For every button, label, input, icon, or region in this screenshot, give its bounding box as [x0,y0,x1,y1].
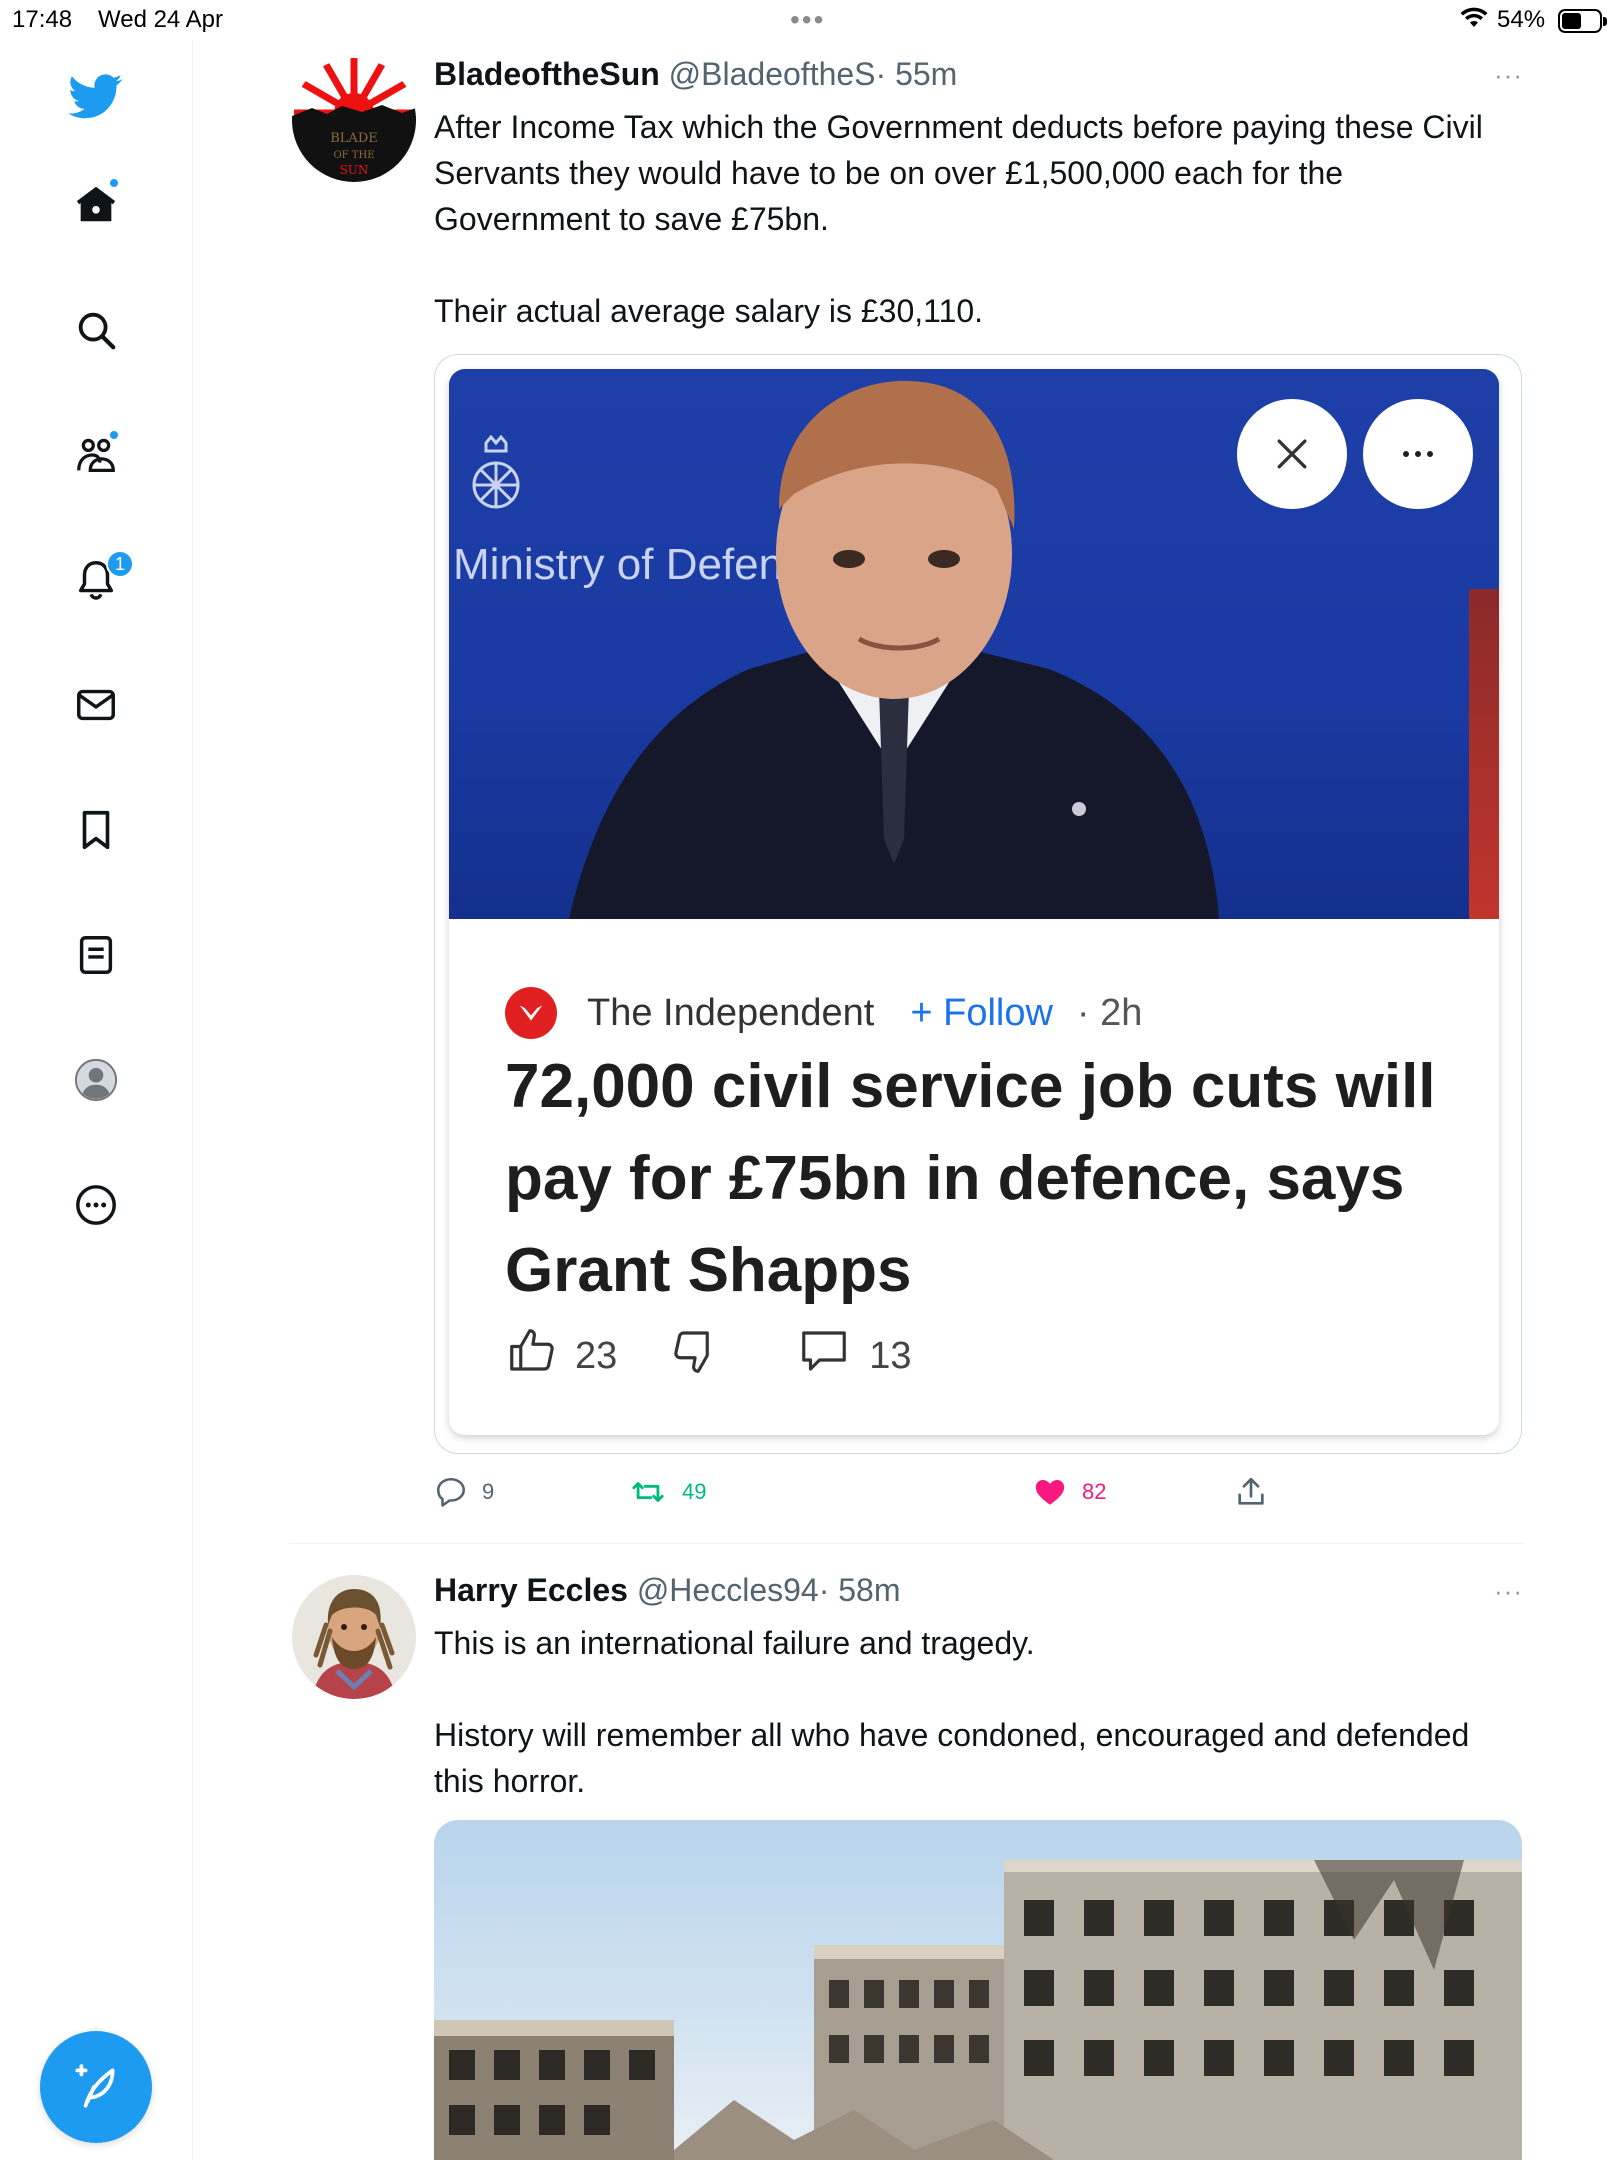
thumbs-up-icon [510,1329,554,1371]
battery-percent: 54% [1497,6,1546,33]
news-photo[interactable]: Ministry of Defence [449,369,1499,919]
thumbs-down-icon [674,1331,710,1373]
news-card[interactable]: Ministry of Defence The Independent + Fo… [449,369,1499,1435]
card-more-options-button[interactable] [1363,399,1473,509]
battery-level [1562,13,1582,29]
svg-text:SUN: SUN [340,163,369,177]
author-name[interactable]: BladeoftheSun [434,56,660,92]
share-button[interactable] [1234,1475,1268,1509]
independent-eagle-icon [505,987,557,1039]
tweet-text-paragraph: This is an international failure and tra… [434,1625,1035,1661]
tweet-divider [289,1543,1524,1544]
status-time: 17:48 [12,6,73,33]
tweet-text: This is an international failure and tra… [434,1620,1514,1804]
communities-icon[interactable] [66,425,126,485]
like-count: 82 [1082,1479,1107,1504]
twitter-logo-icon[interactable] [66,66,126,126]
multitasking-dots-icon[interactable]: ••• [790,4,825,36]
tweet-photo[interactable] [434,1820,1522,2160]
search-icon[interactable] [66,300,126,360]
notifications-badge: 1 [106,550,134,578]
avatar-logo-text: BLADE [330,131,378,146]
battery-icon [1558,9,1607,33]
news-comment-count: 13 [869,1334,912,1377]
embedded-news-card[interactable]: Ministry of Defence The Independent + Fo… [434,354,1522,1454]
retweet-icon [632,1482,664,1502]
tweet-time[interactable]: · 58m [819,1572,901,1608]
retweet-count: 49 [682,1479,707,1504]
home-unread-dot [108,177,120,189]
sidebar: 1 [0,40,193,2160]
news-comments-button[interactable] [795,1324,853,1388]
author-handle[interactable]: @BladeoftheS [669,56,876,92]
svg-text:OF THE: OF THE [333,150,374,161]
bookmarks-icon[interactable] [66,800,126,860]
news-headline[interactable]: 72,000 civil service job cuts will pay f… [505,1041,1465,1317]
thumbs-down-button[interactable] [669,1324,723,1388]
reply-count: 9 [482,1479,495,1504]
destroyed-buildings-photo [434,1860,1522,2160]
avatar[interactable] [292,1575,416,1699]
tweet-header: BladeoftheSun @BladeoftheS· 55m [434,56,957,93]
like-button[interactable]: 82 [1032,1475,1106,1509]
news-like-count: 23 [575,1334,618,1377]
tweet-text-paragraph: History will remember all who have condo… [434,1717,1470,1799]
tweet-text-paragraph: After Income Tax which the Government de… [434,109,1483,237]
author-handle[interactable]: @Heccles94 [637,1572,819,1608]
lists-icon[interactable] [66,925,126,985]
compose-tweet-button[interactable] [40,2031,152,2143]
status-date: Wed 24 Apr [98,6,223,33]
heart-icon [1035,1479,1065,1505]
notifications-bell-icon[interactable]: 1 [66,550,134,610]
profile-avatar-icon[interactable] [66,1050,126,1110]
follow-source-button[interactable]: + Follow [910,992,1053,1035]
close-icon [1277,439,1307,469]
tweet-text: After Income Tax which the Government de… [434,104,1514,334]
close-card-button[interactable] [1237,399,1347,509]
status-bar: 17:48 Wed 24 Apr ••• 54% [0,0,1620,40]
news-source-name[interactable]: The Independent [587,992,874,1035]
tweet-header: Harry Eccles @Heccles94· 58m [434,1572,901,1609]
share-icon [1238,1477,1264,1505]
home-icon[interactable] [66,175,126,235]
tweet-time[interactable]: · 55m [876,56,958,92]
compose-feather-icon [75,2064,115,2108]
author-name[interactable]: Harry Eccles [434,1572,628,1608]
news-age: · 2h [1076,991,1143,1034]
ellipsis-icon [1403,451,1433,457]
tweet-text-paragraph: Their actual average salary is £30,110. [434,293,984,329]
communities-unread-dot [108,429,120,441]
comment-icon [802,1331,847,1371]
more-options-icon[interactable] [66,1175,126,1235]
news-reactions: 23 13 [505,1324,912,1388]
messages-mail-icon[interactable] [66,675,126,735]
avatar[interactable]: BLADE OF THE SUN [292,58,416,182]
tweet-more-button[interactable]: ··· [1494,1576,1523,1607]
retweet-button[interactable]: 49 [628,1475,706,1509]
reply-icon [436,1477,466,1507]
reply-button[interactable]: 9 [434,1475,494,1509]
tweet-more-button[interactable]: ··· [1494,60,1523,91]
wifi-icon [1460,7,1488,36]
thumbs-up-button[interactable] [505,1324,559,1388]
news-source-row: The Independent + Follow · 2h [505,987,1142,1039]
